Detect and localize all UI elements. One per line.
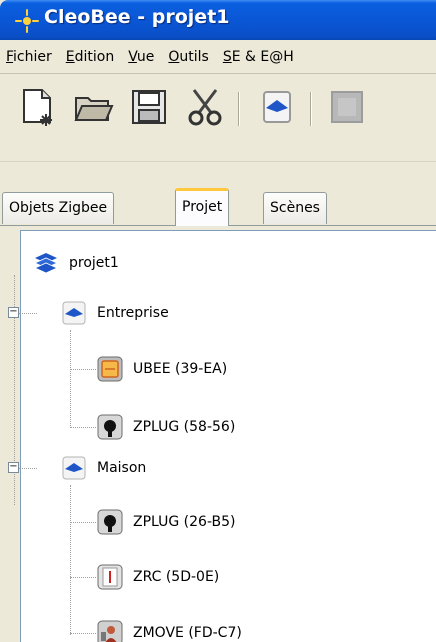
window-title: CleoBee - projet1 [44, 6, 230, 28]
tree-root-projet1[interactable]: projet1 [33, 245, 119, 281]
tab-label: Objets Zigbee [9, 200, 108, 216]
menu-edition-rest: dition [74, 48, 115, 65]
toolbar-separator [310, 92, 312, 126]
tree-connector [19, 313, 37, 314]
tree-node-label: Maison [97, 460, 147, 476]
zplug-icon [97, 509, 123, 535]
tree-group-maison[interactable]: Maison [61, 450, 146, 486]
menu-fichier-mnemonic: F [6, 48, 14, 65]
save-disk-icon[interactable] [128, 86, 170, 128]
menu-vue[interactable]: Vue [124, 49, 158, 65]
tree-connector [70, 633, 96, 634]
project-layer-icon[interactable] [256, 86, 298, 128]
ubee-icon [97, 356, 123, 382]
tree-node-label: ZRC (5D-0E) [133, 569, 220, 585]
group-layer-icon [62, 456, 86, 480]
menu-bar: Fichier Edition Vue Outils SE & E@H [0, 40, 436, 74]
tab-label: Projet [182, 199, 223, 215]
menu-edition[interactable]: Edition [62, 49, 118, 65]
tree-node-label: ZMOVE (FD-C7) [133, 625, 242, 641]
title-bar[interactable]: CleoBee - projet1 [0, 0, 436, 40]
project-tree[interactable]: projet1 − Entreprise UBEE (39-EA) ZPLUG … [8, 230, 436, 642]
expand-toggle-entreprise[interactable]: − [8, 307, 19, 318]
disabled-device-icon [331, 91, 363, 123]
project-layers-icon [34, 253, 58, 274]
tree-connector [70, 369, 96, 370]
expand-toggle-maison[interactable]: − [8, 462, 19, 473]
tab-scenes[interactable]: Scènes [263, 192, 327, 224]
menu-outils[interactable]: Outils [164, 49, 212, 65]
tree-device-zplug-26-b5[interactable]: ZPLUG (26-B5) [97, 504, 235, 540]
tree-node-label: ZPLUG (58-56) [133, 419, 236, 435]
menu-se-eah-mnemonic: S [222, 48, 232, 65]
tree-group-entreprise[interactable]: Entreprise [61, 295, 169, 331]
tree-device-zrc-5d-0e[interactable]: ZRC (5D-0E) [97, 559, 219, 595]
tab-projet[interactable]: Projet [175, 188, 230, 226]
menu-edition-mnemonic: E [65, 48, 75, 65]
tree-node-label: Entreprise [97, 305, 169, 321]
group-layer-icon [62, 301, 86, 325]
tab-strip: Objets Zigbee Projet Scènes [0, 188, 436, 226]
tree-connector [70, 427, 96, 428]
tree-device-zplug-58-56[interactable]: ZPLUG (58-56) [97, 409, 235, 445]
zmove-icon [97, 620, 123, 642]
menu-se-eah[interactable]: SE & E@H [219, 49, 298, 65]
menu-fichier-rest: ichier [13, 48, 52, 65]
tab-objets-zigbee[interactable]: Objets Zigbee [2, 192, 115, 224]
toolbar [0, 74, 436, 162]
zrc-icon [97, 564, 123, 590]
open-folder-icon[interactable] [72, 86, 114, 128]
menu-se-eah-rest: E & E@H [231, 48, 294, 65]
tree-connector [70, 485, 71, 635]
tab-label: Scènes [270, 200, 320, 216]
cleobee-app-icon [15, 9, 39, 33]
zplug-icon [97, 414, 123, 440]
cut-scissors-icon[interactable] [184, 86, 226, 128]
tree-device-ubee-39-ea[interactable]: UBEE (39-EA) [97, 351, 227, 387]
toolbar-separator [238, 92, 240, 126]
menu-outils-mnemonic: O [168, 48, 180, 65]
menu-outils-rest: utils [179, 48, 209, 65]
menu-fichier[interactable]: Fichier [2, 49, 56, 65]
new-document-icon[interactable] [16, 86, 58, 128]
tree-node-label: ZPLUG (26-B5) [133, 514, 236, 530]
tree-node-label: UBEE (39-EA) [133, 361, 228, 377]
tree-connector [70, 330, 71, 428]
tree-device-zmove-fd-c7[interactable]: ZMOVE (FD-C7) [97, 615, 242, 642]
tree-connector [70, 577, 96, 578]
tree-connector [70, 522, 96, 523]
tree-connector [19, 468, 37, 469]
tree-node-label: projet1 [69, 255, 119, 271]
menu-vue-rest: ue [136, 48, 155, 65]
menu-vue-mnemonic: V [128, 48, 137, 65]
